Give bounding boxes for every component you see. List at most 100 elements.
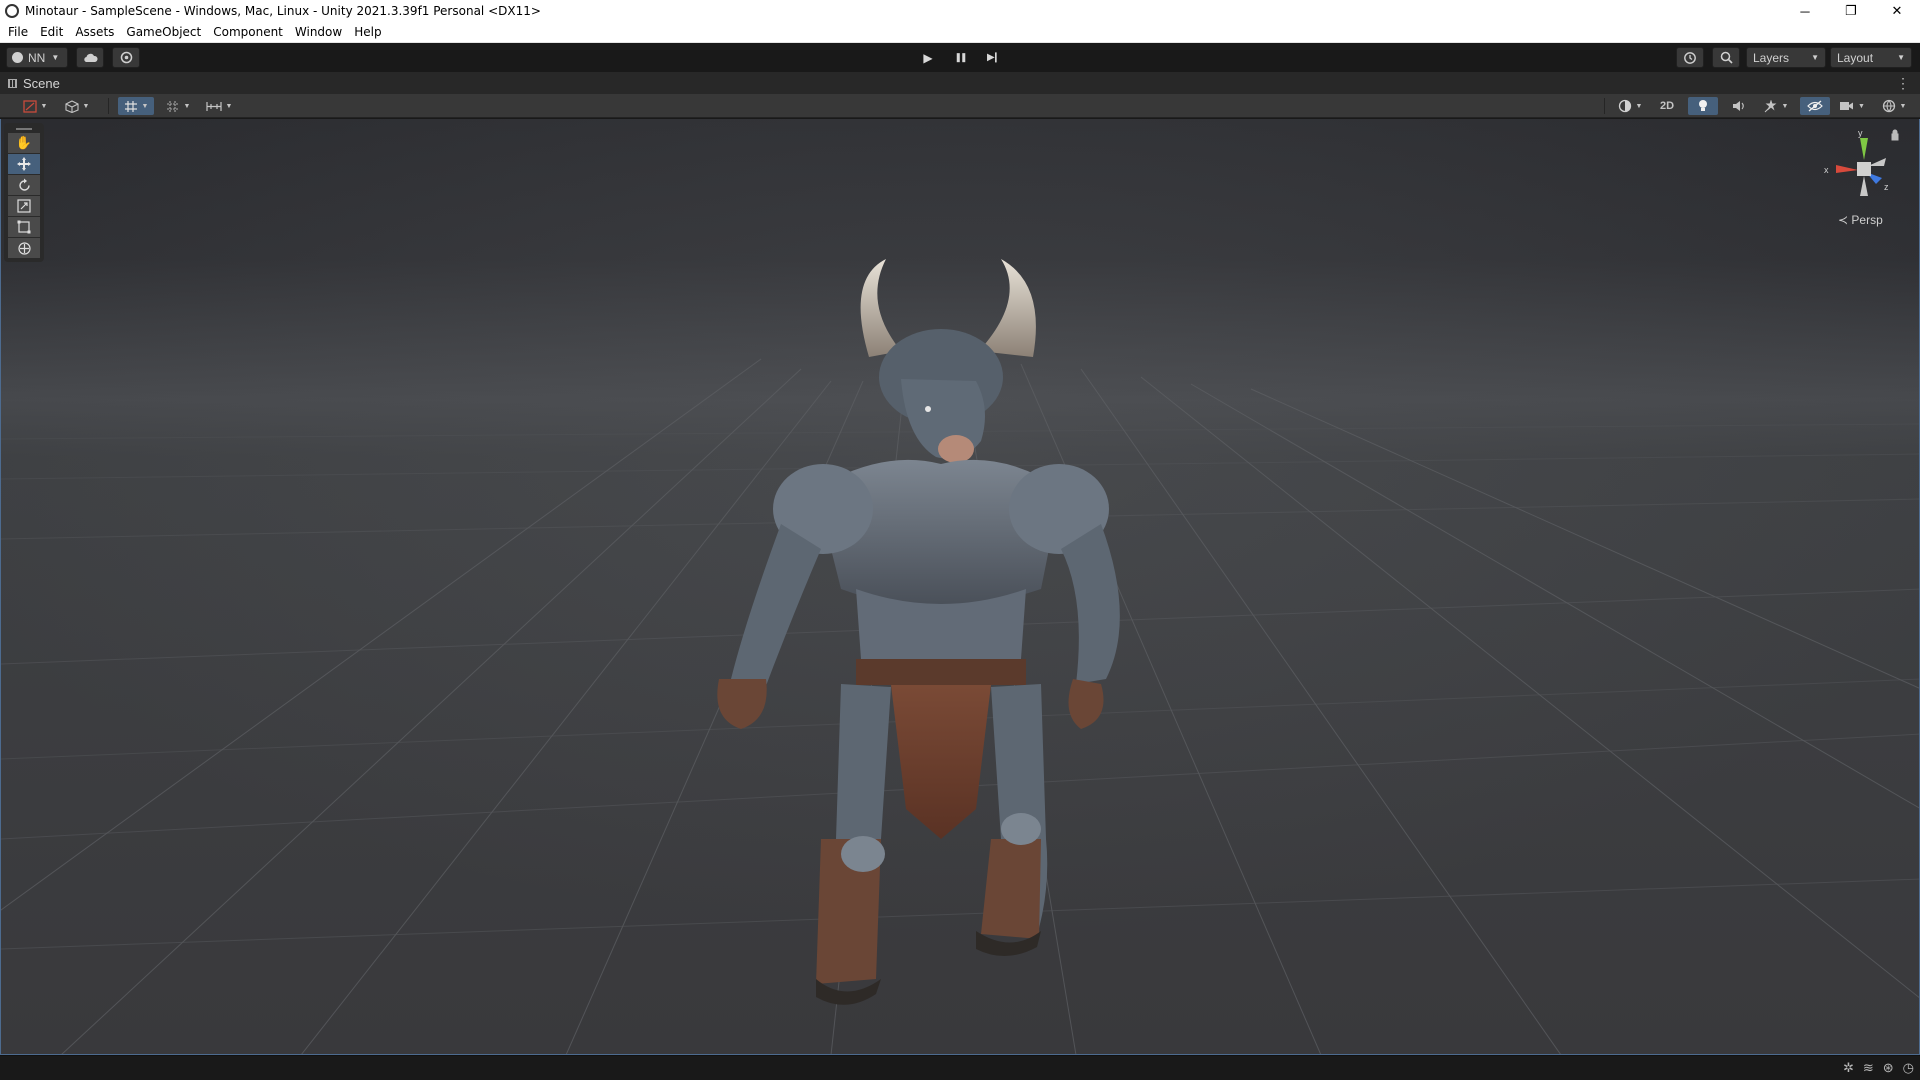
main-toolbar: NN ▼ ▶ ❚❚ ▶❙ Layers ▼ Layout ▼ bbox=[0, 43, 1920, 72]
layout-label: Layout bbox=[1837, 50, 1874, 65]
layout-dropdown[interactable]: Layout ▼ bbox=[1830, 47, 1912, 68]
hidden-objects-toggle[interactable] bbox=[1800, 97, 1830, 115]
auto-generate-lighting-icon[interactable]: ⊛ bbox=[1883, 1060, 1894, 1076]
cloud-button[interactable] bbox=[76, 47, 104, 68]
shading-mode-dropdown[interactable]: ▼ bbox=[1612, 97, 1648, 115]
scene-camera-dropdown[interactable]: ▼ bbox=[1834, 97, 1870, 115]
progress-icon[interactable]: ◷ bbox=[1903, 1060, 1914, 1076]
gizmo-z-label: z bbox=[1884, 182, 1889, 192]
close-button[interactable]: ✕ bbox=[1874, 0, 1920, 22]
tool-palette: ✋ bbox=[4, 123, 44, 262]
debug-icon[interactable]: ✲ bbox=[1843, 1060, 1854, 1076]
toggle-2d-button[interactable]: 2D bbox=[1652, 97, 1682, 115]
effects-icon bbox=[1764, 99, 1776, 112]
transform-icon bbox=[17, 241, 31, 255]
chevron-down-icon: ▼ bbox=[82, 102, 90, 110]
window-title: Minotaur - SampleScene - Windows, Mac, L… bbox=[25, 4, 541, 18]
step-icon: ▶❙ bbox=[986, 52, 1000, 63]
gizmos-dropdown[interactable]: ▼ bbox=[1876, 97, 1912, 115]
rect-tool-button[interactable] bbox=[8, 217, 40, 238]
separator bbox=[108, 98, 109, 114]
cache-server-icon[interactable]: ≋ bbox=[1863, 1060, 1874, 1076]
search-button[interactable] bbox=[1712, 47, 1740, 68]
move-tool-button[interactable] bbox=[8, 154, 40, 175]
minimize-button[interactable]: ─ bbox=[1782, 0, 1828, 22]
status-bar: ✲ ≋ ⊛ ◷ bbox=[0, 1055, 1920, 1080]
chevron-down-icon: ▼ bbox=[51, 53, 60, 62]
restore-button[interactable]: ❐ bbox=[1828, 0, 1874, 22]
menu-bar: File Edit Assets GameObject Component Wi… bbox=[0, 22, 1920, 43]
scene-viewport[interactable] bbox=[0, 119, 1920, 1055]
menu-edit[interactable]: Edit bbox=[34, 25, 69, 39]
lighting-toggle[interactable] bbox=[1688, 97, 1718, 115]
history-icon bbox=[1684, 51, 1696, 64]
pause-button[interactable]: ❚❚ bbox=[944, 47, 976, 68]
lightbulb-icon bbox=[1699, 100, 1707, 111]
menu-file[interactable]: File bbox=[2, 25, 34, 39]
layers-dropdown[interactable]: Layers ▼ bbox=[1746, 47, 1826, 68]
grid-icon bbox=[166, 100, 179, 112]
menu-gameobject[interactable]: GameObject bbox=[120, 25, 207, 39]
chevron-down-icon: ▼ bbox=[1897, 53, 1905, 62]
undo-history-button[interactable] bbox=[1676, 47, 1704, 68]
chevron-down-icon: ▼ bbox=[183, 102, 191, 110]
more-options-icon[interactable]: ⋮ bbox=[1896, 76, 1910, 90]
layers-label: Layers bbox=[1753, 50, 1790, 65]
transform-tool-button[interactable] bbox=[8, 238, 40, 259]
eye-slash-icon bbox=[1807, 100, 1823, 112]
effects-dropdown[interactable]: ▼ bbox=[1758, 97, 1794, 115]
chevron-down-icon: ▼ bbox=[1858, 102, 1865, 110]
grid-visibility-dropdown[interactable]: ▼ bbox=[160, 97, 196, 115]
unity-logo-icon bbox=[5, 4, 19, 18]
account-icon bbox=[12, 52, 23, 63]
orientation-gizmo[interactable]: y x z bbox=[1822, 128, 1902, 208]
drag-handle-icon[interactable] bbox=[8, 125, 40, 133]
pause-icon: ❚❚ bbox=[954, 52, 967, 62]
increment-snap-dropdown[interactable]: ▼ bbox=[200, 97, 238, 115]
chevron-down-icon: ▼ bbox=[1811, 53, 1819, 62]
menu-component[interactable]: Component bbox=[207, 25, 289, 39]
chevron-down-icon: ▼ bbox=[141, 102, 149, 110]
collab-button[interactable] bbox=[112, 47, 140, 68]
play-icon: ▶ bbox=[923, 50, 933, 65]
account-dropdown[interactable]: NN ▼ bbox=[6, 47, 68, 68]
menu-assets[interactable]: Assets bbox=[69, 25, 120, 39]
gizmo-x-label: x bbox=[1824, 165, 1829, 175]
tab-scene-label: Scene bbox=[23, 75, 60, 91]
scale-tool-button[interactable] bbox=[8, 196, 40, 217]
projection-toggle[interactable]: ≺ Persp bbox=[1838, 213, 1883, 227]
chevron-down-icon: ▼ bbox=[225, 102, 233, 110]
menu-window[interactable]: Window bbox=[289, 25, 348, 39]
cube-icon bbox=[64, 99, 79, 113]
axis-gizmo-icon: y x z bbox=[1824, 128, 1899, 196]
rect-transform-icon bbox=[17, 220, 31, 234]
speaker-icon bbox=[1733, 101, 1744, 111]
render-mode-dropdown[interactable]: ▼ bbox=[60, 97, 94, 115]
window-controls: ─ ❐ ✕ bbox=[1782, 0, 1920, 22]
view-tool-button[interactable]: ✋ bbox=[8, 133, 40, 154]
playmode-controls: ▶ ❚❚ ▶❙ bbox=[912, 47, 1008, 68]
draw-mode-dropdown[interactable]: ▼ bbox=[18, 97, 52, 115]
step-button[interactable]: ▶❙ bbox=[976, 47, 1008, 68]
sphere-icon bbox=[1618, 99, 1631, 113]
title-bar: Minotaur - SampleScene - Windows, Mac, L… bbox=[0, 0, 1920, 22]
chevron-down-icon: ▼ bbox=[1635, 102, 1643, 110]
camera-icon bbox=[1840, 102, 1854, 110]
scene-background bbox=[1, 119, 1919, 1054]
audio-toggle[interactable] bbox=[1724, 97, 1754, 115]
play-button[interactable]: ▶ bbox=[912, 47, 944, 68]
scale-icon bbox=[17, 199, 31, 213]
chevron-down-icon: ▼ bbox=[1781, 102, 1789, 110]
tab-scene[interactable]: Scene bbox=[0, 72, 68, 94]
grid-icon bbox=[8, 78, 17, 88]
cloud-icon bbox=[84, 53, 98, 62]
chevron-down-icon: ▼ bbox=[40, 102, 48, 110]
target-icon bbox=[120, 51, 132, 64]
grid-snapping-toggle[interactable]: ▼ bbox=[118, 97, 154, 115]
move-icon bbox=[17, 157, 31, 171]
rotate-tool-button[interactable] bbox=[8, 175, 40, 196]
chevron-left-icon: ≺ bbox=[1838, 213, 1849, 227]
gizmo-y-label: y bbox=[1858, 128, 1863, 138]
menu-help[interactable]: Help bbox=[348, 25, 387, 39]
grid-snap-icon bbox=[124, 100, 137, 112]
